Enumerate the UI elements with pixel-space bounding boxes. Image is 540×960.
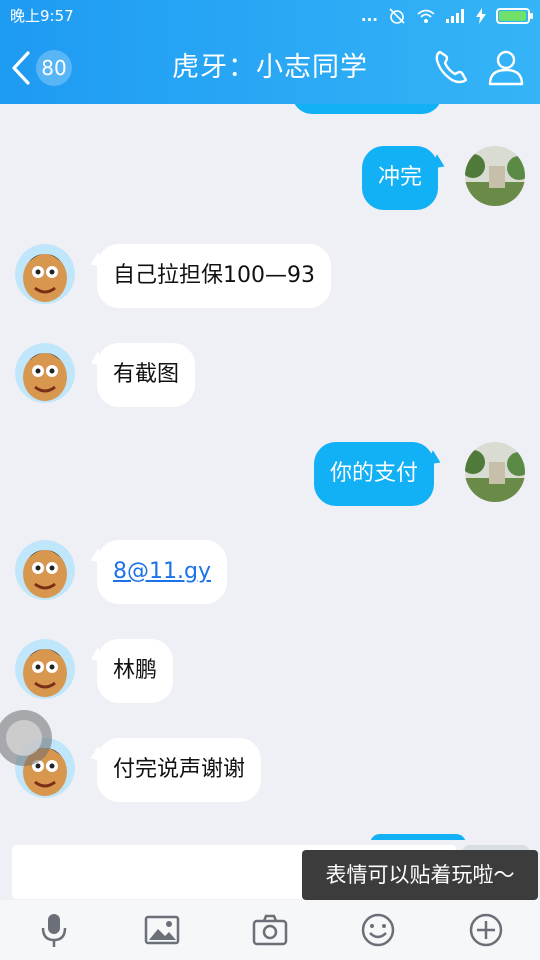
microphone-icon[interactable] xyxy=(34,910,74,950)
message-bubble-in: 8@11.gy xyxy=(97,540,227,604)
alarm-off-icon xyxy=(389,8,405,24)
contact-avatar[interactable] xyxy=(15,540,75,600)
image-icon[interactable] xyxy=(142,910,182,950)
emoji-icon[interactable] xyxy=(358,910,398,950)
signal-icon xyxy=(446,9,464,23)
status-bar: 晚上9:57 ... xyxy=(0,0,540,32)
user-icon[interactable] xyxy=(484,46,528,90)
contact-avatar[interactable] xyxy=(15,244,75,304)
navigation-bar: 80 虎牙：小志同学 xyxy=(0,32,540,104)
charging-icon xyxy=(476,8,486,24)
status-time: 晚上9:57 xyxy=(10,7,74,25)
plus-icon[interactable] xyxy=(466,910,506,950)
chat-area[interactable]: 冲完 自己拉担保100—93 有截图 你的支付 8@11.gy 林鹏 付完说声谢… xyxy=(0,104,540,844)
bottom-toolbar xyxy=(0,900,540,960)
message-bubble-in[interactable]: 林鹏 xyxy=(97,639,174,703)
email-link[interactable]: 8@11.gy xyxy=(113,559,211,584)
message-bubble-in[interactable]: 自己拉担保100—93 xyxy=(97,244,331,308)
message-bubble-in[interactable]: 有截图 xyxy=(97,343,196,407)
wifi-icon xyxy=(417,9,435,23)
emoji-tooltip: 表情可以贴着玩啦～ xyxy=(302,850,538,910)
message-bubble-out[interactable] xyxy=(292,104,442,114)
phone-icon[interactable] xyxy=(430,46,474,90)
contact-avatar[interactable] xyxy=(15,343,75,403)
my-avatar[interactable] xyxy=(465,442,525,502)
status-icons: ... xyxy=(360,0,533,32)
message-bubble-out[interactable]: 你的支付 xyxy=(314,442,435,506)
camera-icon[interactable] xyxy=(250,910,290,950)
my-avatar[interactable] xyxy=(465,146,525,206)
contact-avatar[interactable] xyxy=(15,639,75,699)
header-bar: 晚上9:57 ... 80 虎牙：小志同学 xyxy=(0,0,540,104)
signal-dots: ... xyxy=(360,7,378,25)
message-bubble-in[interactable]: 付完说声谢谢 xyxy=(97,738,262,802)
message-bubble-out[interactable]: 冲完 xyxy=(362,146,439,210)
battery-icon xyxy=(496,8,533,24)
